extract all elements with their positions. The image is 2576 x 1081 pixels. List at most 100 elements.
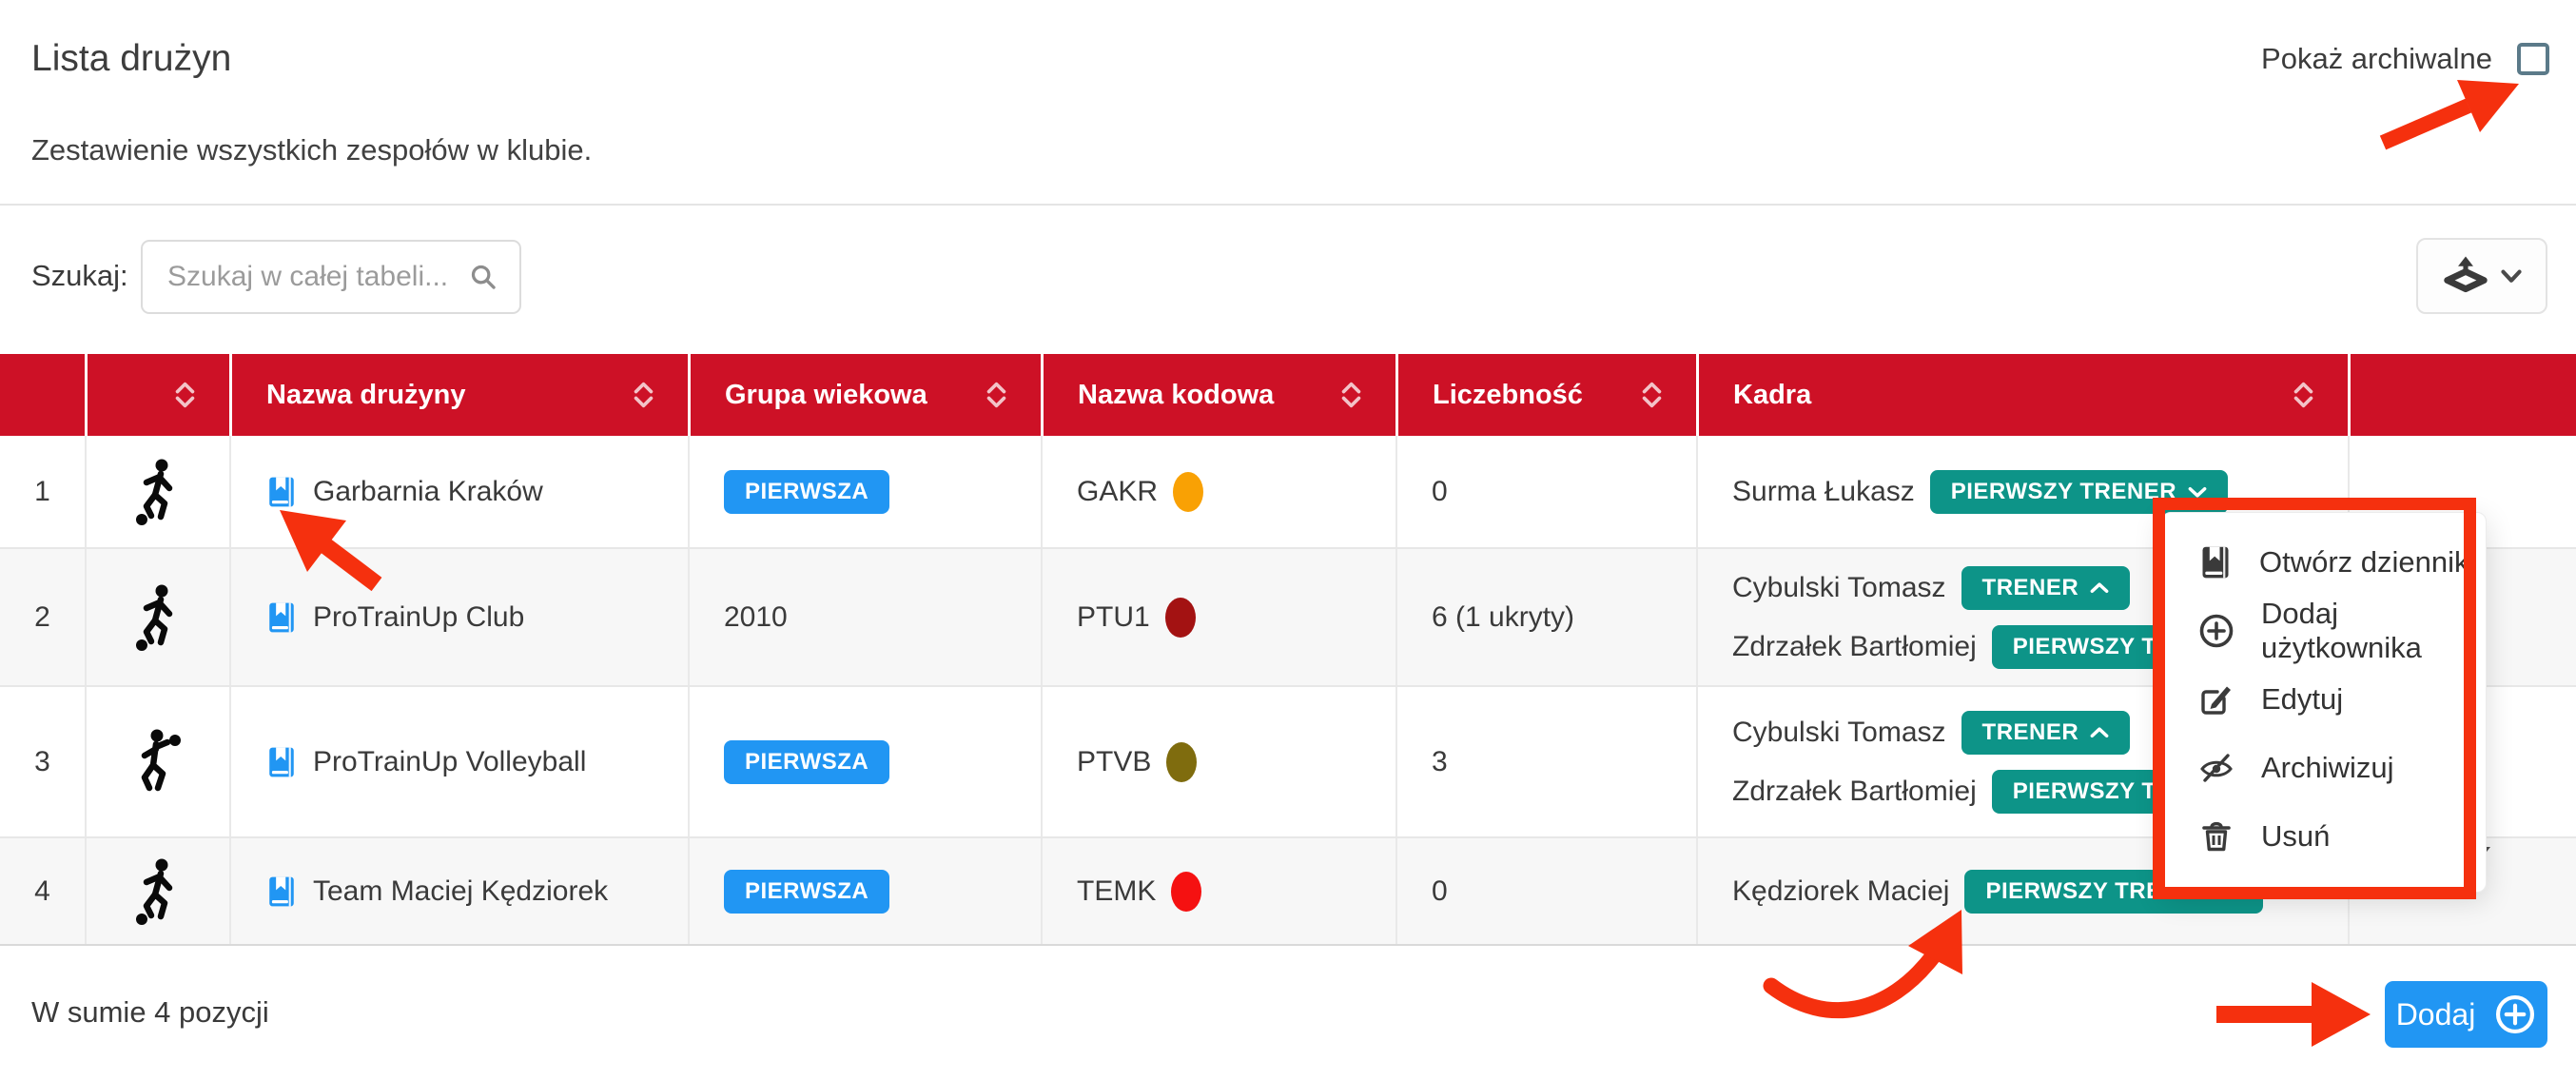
staff-role-label: PIERWSZY TRENER — [1951, 479, 2176, 505]
soccer-player-icon — [133, 458, 183, 526]
header-cell-staff[interactable]: Kadra — [1696, 354, 2348, 436]
teams-list-page: Lista drużyn Zestawienie wszystkich zesp… — [0, 0, 2576, 1081]
team-size: 0 — [1395, 838, 1696, 944]
soccer-player-icon — [133, 857, 183, 926]
staff-role-badge[interactable]: PIERWSZY TRENER — [1930, 470, 2228, 514]
staff-entry: Cybulski Tomasz TRENER — [1732, 711, 2130, 755]
export-button[interactable] — [2416, 238, 2547, 314]
header-cell-age-group[interactable]: Grupa wiekowa — [688, 354, 1041, 436]
trash-icon — [2198, 818, 2234, 855]
code-name: TEMK — [1077, 875, 1156, 908]
menu-item-label: Otwórz dziennik — [2259, 545, 2469, 580]
staff-role-badge[interactable]: TRENER — [1961, 711, 2131, 755]
team-name[interactable]: Team Maciej Kędziorek — [313, 875, 608, 908]
code-color-dot — [1166, 742, 1197, 782]
sort-icon[interactable] — [985, 381, 1008, 409]
show-archived-checkbox[interactable] — [2517, 43, 2549, 75]
sort-icon[interactable] — [173, 381, 197, 409]
menu-item-label: Dodaj użytkownika — [2261, 597, 2476, 665]
journal-icon[interactable] — [265, 746, 298, 778]
team-name[interactable]: ProTrainUp Volleyball — [313, 746, 586, 778]
staff-name: Cybulski Tomasz — [1732, 717, 1946, 749]
journal-icon[interactable] — [265, 601, 298, 634]
journal-icon[interactable] — [265, 476, 298, 508]
age-group-badge: PIERWSZA — [724, 470, 889, 514]
menu-item-add-user[interactable]: Dodaj użytkownika — [2162, 597, 2486, 665]
code-name: PTU1 — [1077, 601, 1150, 634]
staff-name: Surma Łukasz — [1732, 476, 1915, 508]
header-label: Grupa wiekowa — [725, 380, 927, 411]
search-input[interactable] — [143, 261, 470, 293]
team-size: 6 (1 ukryty) — [1395, 549, 1696, 685]
plus-circle-icon — [2198, 613, 2234, 649]
sort-icon[interactable] — [632, 381, 655, 409]
header-cell-code-name[interactable]: Nazwa kodowa — [1041, 354, 1395, 436]
chevron-down-icon — [2501, 269, 2522, 284]
code-color-dot — [1171, 872, 1201, 912]
code-color-dot — [1173, 472, 1203, 512]
header-label: Nazwa kodowa — [1078, 380, 1274, 411]
sort-icon[interactable] — [1339, 381, 1363, 409]
search-icon — [470, 264, 497, 290]
header-cell-index — [0, 354, 85, 436]
row-index: 1 — [0, 436, 85, 547]
soccer-player-icon — [133, 583, 183, 652]
menu-item-edit[interactable]: Edytuj — [2162, 665, 2486, 734]
team-name[interactable]: ProTrainUp Club — [313, 601, 524, 634]
menu-item-delete[interactable]: Usuń — [2162, 802, 2486, 871]
page-title: Lista drużyn — [31, 38, 231, 80]
staff-entry: Surma Łukasz PIERWSZY TRENER — [1732, 470, 2228, 514]
chevron-up-icon — [2090, 727, 2109, 738]
code-color-dot — [1165, 598, 1196, 638]
staff-name: Zdrzałek Bartłomiej — [1732, 776, 1977, 808]
add-button[interactable]: Dodaj — [2385, 981, 2547, 1048]
header-cell-actions — [2348, 354, 2576, 436]
staff-name: Cybulski Tomasz — [1732, 572, 1946, 604]
staff-name: Kędziorek Maciej — [1732, 875, 1949, 908]
menu-item-label: Usuń — [2261, 819, 2330, 854]
staff-name: Zdrzałek Bartłomiej — [1732, 631, 1977, 663]
team-size: 3 — [1395, 687, 1696, 836]
search-box — [141, 240, 521, 314]
eye-slash-icon — [2198, 750, 2234, 786]
staff-role-badge[interactable]: TRENER — [1961, 566, 2131, 610]
row-actions-menu: Otwórz dziennik Dodaj użytkownika Edytuj… — [2161, 512, 2487, 893]
volleyball-player-icon — [133, 728, 183, 796]
edit-icon — [2198, 681, 2234, 717]
chevron-down-icon — [2188, 486, 2207, 498]
add-button-label: Dodaj — [2396, 997, 2476, 1032]
staff-entry: Cybulski Tomasz TRENER — [1732, 566, 2130, 610]
journal-icon — [2198, 545, 2233, 580]
team-name[interactable]: Garbarnia Kraków — [313, 476, 543, 508]
header-label: Liczebność — [1433, 380, 1583, 411]
sort-icon[interactable] — [1640, 381, 1664, 409]
search-label: Szukaj: — [31, 259, 128, 293]
header-cell-team-name[interactable]: Nazwa drużyny — [229, 354, 688, 436]
header-cell-size[interactable]: Liczebność — [1395, 354, 1696, 436]
show-archived-label: Pokaż archiwalne — [2261, 42, 2492, 76]
header-divider — [0, 204, 2576, 206]
table-header-row: Nazwa drużyny Grupa wiekowa Nazwa kodowa… — [0, 354, 2576, 436]
header-label: Kadra — [1733, 380, 1811, 411]
age-group-badge: PIERWSZA — [724, 870, 889, 914]
age-group-text: 2010 — [688, 549, 1041, 685]
row-index: 2 — [0, 549, 85, 685]
sort-icon[interactable] — [2292, 381, 2315, 409]
header-cell-sport[interactable] — [85, 354, 229, 436]
age-group-badge: PIERWSZA — [724, 740, 889, 784]
show-archived-toggle: Pokaż archiwalne — [2261, 42, 2549, 76]
menu-item-label: Edytuj — [2261, 682, 2343, 717]
code-name: GAKR — [1077, 476, 1158, 508]
menu-item-archive[interactable]: Archiwizuj — [2162, 734, 2486, 802]
journal-icon[interactable] — [265, 875, 298, 908]
menu-item-label: Archiwizuj — [2261, 751, 2394, 785]
page-subtitle: Zestawienie wszystkich zespołów w klubie… — [31, 133, 592, 167]
chevron-up-icon — [2090, 582, 2109, 594]
staff-role-label: TRENER — [1982, 575, 2079, 601]
total-count-label: W sumie 4 pozycji — [31, 995, 269, 1030]
menu-item-open-journal[interactable]: Otwórz dziennik — [2162, 528, 2486, 597]
header-label: Nazwa drużyny — [266, 380, 466, 411]
staff-role-label: TRENER — [1982, 719, 2079, 746]
row-index: 4 — [0, 838, 85, 944]
code-name: PTVB — [1077, 746, 1151, 778]
